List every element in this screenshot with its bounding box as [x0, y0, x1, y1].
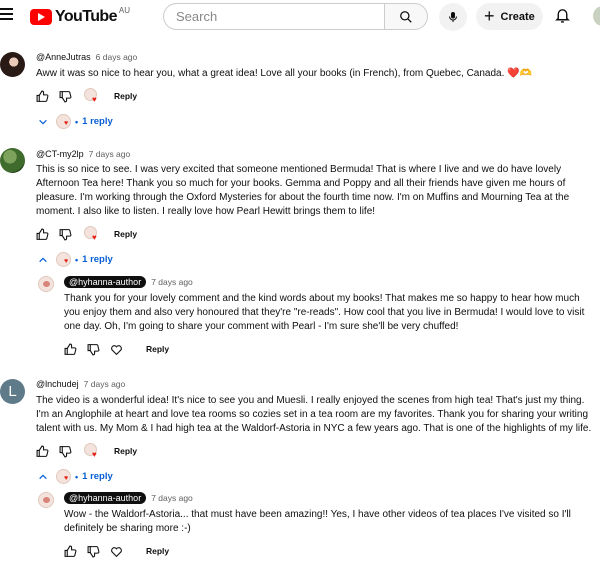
- chevron-down-icon: [39, 119, 47, 125]
- create-label: Create: [500, 10, 535, 23]
- reply-timestamp[interactable]: 7 days ago: [151, 493, 193, 503]
- bell-icon: [555, 9, 570, 23]
- comment-timestamp[interactable]: 7 days ago: [84, 379, 126, 389]
- comment-actions: ♥ Reply: [34, 226, 137, 242]
- top-bar: YouTube AU + Create: [0, 0, 600, 34]
- like-icon[interactable]: [62, 341, 78, 357]
- reply-text: Thank you for your lovely comment and th…: [64, 293, 585, 332]
- hide-replies-button[interactable]: • 1 reply: [38, 252, 113, 267]
- creator-reply-avatar: [56, 114, 71, 129]
- comment-author[interactable]: @AnneJutras: [36, 52, 91, 62]
- comment-header: @CT-my2lp 7 days ago: [36, 149, 130, 159]
- microphone-icon: [449, 12, 457, 22]
- replies-count: 1 reply: [82, 254, 113, 265]
- separator-dot: •: [75, 254, 79, 265]
- avatar[interactable]: [38, 492, 54, 508]
- reply-actions: Reply: [62, 543, 169, 559]
- view-replies-button[interactable]: • 1 reply: [38, 114, 113, 129]
- account-avatar[interactable]: [593, 6, 600, 26]
- reply-text: Wow - the Waldorf-Astoria... that must h…: [64, 509, 571, 534]
- dislike-icon[interactable]: [57, 88, 73, 104]
- comment-actions: ♥ Reply: [34, 88, 137, 104]
- channel-owner-badge[interactable]: @hyhanna-author: [64, 276, 147, 288]
- create-button[interactable]: + Create: [476, 3, 543, 30]
- like-icon[interactable]: [34, 226, 50, 242]
- reply-button[interactable]: Reply: [146, 546, 169, 556]
- reply-header: @hyhanna-author 7 days ago: [64, 492, 193, 504]
- replies-count: 1 reply: [82, 471, 113, 482]
- comment-author[interactable]: @CT-my2lp: [36, 149, 84, 159]
- separator-dot: •: [75, 116, 79, 127]
- region-label: AU: [118, 5, 130, 15]
- comment-header: @AnneJutras 6 days ago: [36, 52, 137, 62]
- notifications-button[interactable]: [554, 6, 572, 26]
- logo-text: YouTube: [55, 8, 117, 25]
- like-icon[interactable]: [34, 88, 50, 104]
- like-icon[interactable]: [34, 443, 50, 459]
- search-button[interactable]: [384, 3, 428, 30]
- reply-header: @hyhanna-author 7 days ago: [64, 276, 193, 288]
- comment-text: Aww it was so nice to hear you, what a g…: [36, 68, 533, 79]
- search-input[interactable]: [163, 3, 384, 30]
- search-icon: [400, 10, 412, 23]
- avatar[interactable]: [0, 148, 25, 173]
- creator-reply-avatar: [56, 252, 71, 267]
- comment-text: This is so nice to see. I was very excit…: [36, 164, 570, 217]
- dislike-icon[interactable]: [57, 443, 73, 459]
- youtube-play-icon: [30, 9, 52, 25]
- like-icon[interactable]: [62, 543, 78, 559]
- heart-icon[interactable]: [108, 543, 124, 559]
- youtube-logo[interactable]: YouTube AU: [30, 5, 130, 27]
- reply-button[interactable]: Reply: [114, 229, 137, 239]
- chevron-up-icon: [39, 473, 47, 479]
- reply-button[interactable]: Reply: [114, 91, 137, 101]
- replies-count: 1 reply: [82, 116, 113, 127]
- creator-reply-avatar: [56, 469, 71, 484]
- dislike-icon[interactable]: [85, 543, 101, 559]
- voice-search-button[interactable]: [439, 3, 467, 31]
- plus-icon: +: [484, 5, 495, 26]
- comment-text: The video is a wonderful idea! It's nice…: [36, 395, 592, 434]
- reply-button[interactable]: Reply: [146, 344, 169, 354]
- creator-heart-icon: ♥: [84, 88, 100, 104]
- comment-timestamp[interactable]: 7 days ago: [89, 149, 131, 159]
- channel-owner-badge[interactable]: @hyhanna-author: [64, 492, 147, 504]
- comment-actions: ♥ Reply: [34, 443, 137, 459]
- separator-dot: •: [75, 471, 79, 482]
- comment-header: @lnchudej 7 days ago: [36, 379, 125, 389]
- heart-icon[interactable]: [108, 341, 124, 357]
- reply-button[interactable]: Reply: [114, 446, 137, 456]
- creator-heart-icon: ♥: [84, 226, 100, 242]
- creator-heart-icon: ♥: [84, 443, 100, 459]
- avatar[interactable]: L: [0, 379, 25, 404]
- hamburger-menu-icon[interactable]: [0, 8, 14, 22]
- comment-timestamp[interactable]: 6 days ago: [96, 52, 138, 62]
- avatar[interactable]: [38, 276, 54, 292]
- hide-replies-button[interactable]: • 1 reply: [38, 469, 113, 484]
- dislike-icon[interactable]: [57, 226, 73, 242]
- chevron-up-icon: [39, 256, 47, 262]
- comment-author[interactable]: @lnchudej: [36, 379, 79, 389]
- dislike-icon[interactable]: [85, 341, 101, 357]
- avatar[interactable]: [0, 52, 25, 77]
- reply-timestamp[interactable]: 7 days ago: [151, 277, 193, 287]
- reply-actions: Reply: [62, 341, 169, 357]
